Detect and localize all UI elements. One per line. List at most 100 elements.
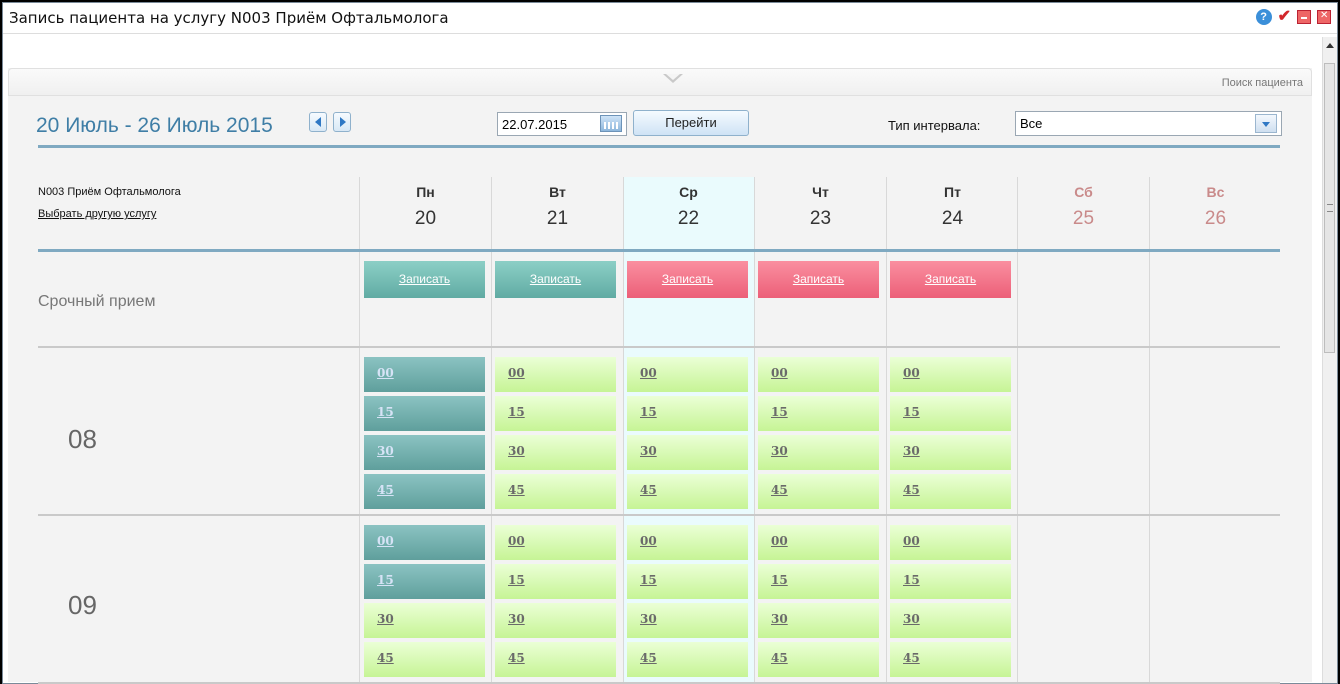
column-divider	[1017, 177, 1018, 684]
column-divider	[886, 177, 887, 684]
time-slot[interactable]: 15	[627, 564, 748, 599]
day-header-thu: Чт 23	[755, 184, 886, 230]
service-name: N003 Приём Офтальмолога	[38, 186, 181, 198]
day-number: 20	[414, 208, 437, 229]
time-slot[interactable]: 15	[495, 396, 616, 431]
time-slot[interactable]: 15	[890, 396, 1011, 431]
week-range-label: 20 Июль - 26 Июль 2015	[36, 114, 273, 137]
time-slot[interactable]: 30	[364, 603, 485, 638]
day-header-tue: Вт 21	[492, 184, 623, 230]
time-slot[interactable]: 00	[627, 525, 748, 560]
time-slot[interactable]: 30	[627, 603, 748, 638]
column-divider	[1149, 177, 1150, 684]
change-service-link[interactable]: Выбрать другую услугу	[38, 208, 156, 220]
time-slot[interactable]: 30	[758, 603, 879, 638]
book-urgent-button-tue[interactable]: Записать	[495, 261, 616, 298]
arrow-left-icon	[315, 117, 321, 127]
time-slot[interactable]: 30	[364, 435, 485, 470]
search-collapse-bar[interactable]: Поиск пациента	[8, 68, 1312, 96]
column-divider	[754, 177, 755, 684]
hour-divider	[38, 346, 1280, 348]
day-name: Вт	[549, 184, 566, 200]
time-slot[interactable]: 45	[495, 642, 616, 677]
time-slot[interactable]: 45	[627, 474, 748, 509]
time-slot[interactable]: 00	[890, 357, 1011, 392]
day-name: Чт	[812, 184, 829, 200]
header-divider	[38, 145, 1280, 148]
day-name: Вс	[1206, 184, 1225, 200]
chevron-down-icon[interactable]	[663, 74, 683, 83]
time-slot[interactable]: 45	[364, 642, 485, 677]
title-bar: Запись пациента на услугу N003 Приём Офт…	[3, 3, 1337, 34]
dropdown-arrow-icon[interactable]	[1255, 114, 1277, 133]
scroll-up-icon[interactable]	[1326, 43, 1334, 48]
time-slot[interactable]: 30	[890, 435, 1011, 470]
time-slot[interactable]: 00	[758, 357, 879, 392]
day-name: Пт	[944, 184, 961, 200]
time-slot[interactable]: 45	[758, 474, 879, 509]
time-slot[interactable]: 00	[627, 357, 748, 392]
column-divider	[623, 177, 624, 684]
day-number: 26	[1204, 208, 1227, 229]
next-week-button[interactable]	[333, 112, 351, 132]
book-urgent-button-wed[interactable]: Записать	[627, 261, 748, 298]
time-slot[interactable]: 45	[364, 474, 485, 509]
go-button[interactable]: Перейти	[633, 110, 749, 136]
arrow-right-icon	[340, 117, 346, 127]
time-slot[interactable]: 45	[890, 474, 1011, 509]
time-slot[interactable]: 45	[758, 642, 879, 677]
prev-week-button[interactable]	[309, 112, 327, 132]
time-slot[interactable]: 00	[364, 357, 485, 392]
time-slot[interactable]: 15	[627, 396, 748, 431]
time-slot[interactable]: 45	[627, 642, 748, 677]
search-patient-link[interactable]: Поиск пациента	[1222, 77, 1303, 89]
help-icon[interactable]: ?	[1255, 9, 1272, 25]
day-name: Ср	[679, 184, 698, 200]
vertical-scrollbar[interactable]	[1322, 37, 1337, 683]
time-slot[interactable]: 30	[495, 603, 616, 638]
time-slot[interactable]: 45	[495, 474, 616, 509]
day-header-wed: Ср 22	[623, 184, 754, 230]
day-number: 21	[546, 208, 569, 229]
day-number: 23	[809, 208, 832, 229]
day-name: Пн	[416, 184, 435, 200]
day-number: 22	[677, 208, 700, 229]
time-slot[interactable]: 30	[627, 435, 748, 470]
interval-type-select[interactable]: Все	[1015, 111, 1282, 136]
time-slot[interactable]: 15	[364, 396, 485, 431]
minimize-icon[interactable]	[1297, 10, 1311, 24]
day-number: 25	[1072, 208, 1095, 229]
book-urgent-button-mon[interactable]: Записать	[364, 261, 485, 298]
column-divider	[359, 177, 360, 684]
time-slot[interactable]: 00	[495, 525, 616, 560]
hour-label: 09	[68, 590, 97, 620]
day-header-sun: Вс 26	[1150, 184, 1281, 230]
day-name: Сб	[1074, 184, 1093, 200]
time-slot[interactable]: 00	[758, 525, 879, 560]
time-slot[interactable]: 00	[890, 525, 1011, 560]
checkmark-icon[interactable]: ✔	[1278, 9, 1291, 25]
time-slot[interactable]: 45	[890, 642, 1011, 677]
hour-label: 08	[68, 424, 97, 454]
book-urgent-button-fri[interactable]: Записать	[890, 261, 1011, 298]
days-divider	[38, 249, 1280, 252]
time-slot[interactable]: 15	[364, 564, 485, 599]
time-slot[interactable]: 30	[758, 435, 879, 470]
time-slot[interactable]: 30	[890, 603, 1011, 638]
close-icon[interactable]	[1317, 10, 1331, 24]
time-slot[interactable]: 15	[758, 396, 879, 431]
scroll-thumb[interactable]	[1324, 63, 1335, 353]
time-slot[interactable]: 00	[364, 525, 485, 560]
time-slot[interactable]: 30	[495, 435, 616, 470]
book-urgent-button-thu[interactable]: Записать	[758, 261, 879, 298]
day-header-fri: Пт 24	[887, 184, 1018, 230]
time-slot[interactable]: 15	[890, 564, 1011, 599]
day-header-mon: Пн 20	[360, 184, 491, 230]
time-slot[interactable]: 15	[495, 564, 616, 599]
day-number: 24	[941, 208, 964, 229]
hour-divider	[38, 514, 1280, 516]
calendar-icon[interactable]	[600, 115, 622, 132]
time-slot[interactable]: 15	[758, 564, 879, 599]
column-divider	[491, 177, 492, 684]
time-slot[interactable]: 00	[495, 357, 616, 392]
